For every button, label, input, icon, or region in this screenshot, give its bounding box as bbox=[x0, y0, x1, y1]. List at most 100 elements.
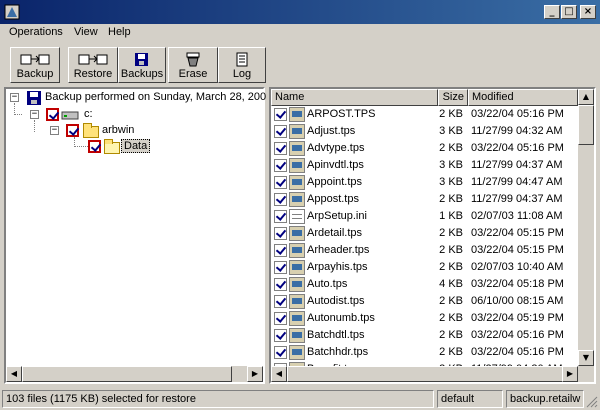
erase-button[interactable]: Erase bbox=[168, 47, 218, 83]
file-modified: 02/07/03 11:08 AM bbox=[471, 210, 563, 222]
menu-operations[interactable]: Operations bbox=[8, 26, 64, 38]
log-button[interactable]: Log bbox=[218, 47, 266, 83]
scroll-left-icon[interactable]: ◀ bbox=[271, 366, 287, 382]
file-checkbox[interactable] bbox=[274, 210, 287, 223]
file-row[interactable]: tps-file-iconApinvdtl.tps 3 KB 11/27/99 04… bbox=[271, 157, 578, 174]
file-icon: tps-file-icon bbox=[289, 124, 305, 139]
list-horizontal-scrollbar[interactable]: ◀ ▶ bbox=[271, 366, 594, 382]
resize-grip-icon[interactable] bbox=[586, 396, 598, 408]
tree-node-data[interactable]: Data bbox=[6, 139, 206, 155]
restore-icon bbox=[78, 52, 108, 67]
close-button[interactable]: × bbox=[580, 5, 596, 19]
scroll-thumb[interactable] bbox=[22, 366, 232, 382]
file-checkbox[interactable] bbox=[274, 244, 287, 257]
file-checkbox[interactable] bbox=[274, 295, 287, 308]
backups-button[interactable]: Backups bbox=[118, 47, 166, 83]
file-checkbox[interactable] bbox=[274, 142, 287, 155]
file-row[interactable]: tps-file-iconArpayhis.tps 2 KB 02/07/03 10… bbox=[271, 259, 578, 276]
tree-root-label: Backup performed on Sunday, March 28, 20… bbox=[45, 91, 267, 103]
restore-button[interactable]: Restore bbox=[68, 47, 118, 83]
file-checkbox[interactable] bbox=[274, 329, 287, 342]
tree-node-root[interactable]: − Backup performed on Sunday, March 28, … bbox=[6, 90, 267, 106]
status-bar: 103 files (1175 KB) selected for restore… bbox=[0, 388, 600, 410]
toolbar: Backup Restore Backups Erase Log bbox=[0, 44, 600, 86]
scroll-right-icon[interactable]: ▶ bbox=[247, 366, 263, 382]
file-row[interactable]: tps-file-iconAdjust.tps 3 KB 11/27/99 04:3… bbox=[271, 123, 578, 140]
file-modified: 11/27/99 04:37 AM bbox=[471, 193, 563, 205]
column-size[interactable]: Size bbox=[438, 89, 468, 106]
backup-button[interactable]: Backup bbox=[10, 47, 60, 83]
collapse-icon[interactable]: − bbox=[10, 93, 19, 102]
file-checkbox[interactable] bbox=[274, 312, 287, 325]
maximize-button[interactable]: □ bbox=[561, 5, 577, 19]
file-modified: 03/22/04 05:19 PM bbox=[471, 312, 564, 324]
file-checkbox[interactable] bbox=[274, 261, 287, 274]
file-row[interactable]: tps-file-iconAuto.tps 4 KB 03/22/04 05:18 … bbox=[271, 276, 578, 293]
scroll-left-icon[interactable]: ◀ bbox=[6, 366, 22, 382]
file-row[interactable]: tps-file-iconAutonumb.tps 2 KB 03/22/04 05… bbox=[271, 310, 578, 327]
file-row[interactable]: tps-file-iconAutodist.tps 2 KB 06/10/00 08… bbox=[271, 293, 578, 310]
file-size: 4 KB bbox=[439, 278, 463, 290]
file-modified: 03/22/04 05:16 PM bbox=[471, 329, 564, 341]
file-checkbox[interactable] bbox=[274, 176, 287, 189]
file-name: Auto.tps bbox=[307, 278, 348, 290]
file-name: Appoint.tps bbox=[307, 176, 363, 188]
app-icon[interactable] bbox=[4, 4, 20, 20]
file-row[interactable]: tps-file-iconAppoint.tps 3 KB 11/27/99 04:… bbox=[271, 174, 578, 191]
folder-icon bbox=[83, 123, 99, 138]
collapse-icon[interactable]: − bbox=[50, 126, 59, 135]
backups-icon bbox=[127, 52, 157, 67]
file-name: ARPOST.TPS bbox=[307, 108, 376, 120]
file-checkbox[interactable] bbox=[274, 346, 287, 359]
file-row[interactable]: tps-file-iconArdetail.tps 2 KB 03/22/04 05… bbox=[271, 225, 578, 242]
file-checkbox[interactable] bbox=[274, 108, 287, 121]
scroll-thumb[interactable] bbox=[287, 366, 578, 382]
file-name: Appost.tps bbox=[307, 193, 359, 205]
file-name: Autodist.tps bbox=[307, 295, 365, 307]
list-vertical-scrollbar[interactable]: ▲ ▼ bbox=[578, 89, 594, 366]
file-row[interactable]: ini-file-iconArpSetup.ini 1 KB 02/07/03 11… bbox=[271, 208, 578, 225]
file-row[interactable]: tps-file-iconAdvtype.tps 2 KB 03/22/04 05:… bbox=[271, 140, 578, 157]
data-checkbox[interactable] bbox=[88, 140, 101, 153]
menu-help[interactable]: Help bbox=[107, 26, 132, 38]
file-list[interactable]: Name Size Modified tps-file-iconARPOST.T… bbox=[269, 87, 596, 384]
file-row[interactable]: tps-file-iconARPOST.TPS 2 KB 03/22/04 05:1… bbox=[271, 106, 578, 123]
tree-drive-label: c: bbox=[84, 108, 93, 120]
scroll-thumb[interactable] bbox=[578, 105, 594, 145]
status-main: 103 files (1175 KB) selected for restore bbox=[2, 390, 434, 408]
file-checkbox[interactable] bbox=[274, 193, 287, 206]
floppy-disk-icon bbox=[27, 91, 41, 105]
tree-horizontal-scrollbar[interactable]: ◀ ▶ bbox=[6, 366, 263, 382]
file-size: 3 KB bbox=[439, 176, 463, 188]
file-checkbox[interactable] bbox=[274, 125, 287, 138]
column-modified[interactable]: Modified bbox=[468, 89, 578, 106]
file-icon: tps-file-icon bbox=[289, 107, 305, 122]
file-checkbox[interactable] bbox=[274, 227, 287, 240]
file-checkbox[interactable] bbox=[274, 278, 287, 291]
file-row[interactable]: tps-file-iconBatchdtl.tps 2 KB 03/22/04 05… bbox=[271, 327, 578, 344]
file-checkbox[interactable] bbox=[274, 159, 287, 172]
file-row[interactable]: tps-file-iconAppost.tps 2 KB 11/27/99 04:3… bbox=[271, 191, 578, 208]
file-modified: 03/22/04 05:15 PM bbox=[471, 227, 564, 239]
menu-view[interactable]: View bbox=[73, 26, 99, 38]
drive-checkbox[interactable] bbox=[46, 108, 59, 121]
column-name[interactable]: Name bbox=[271, 89, 438, 106]
file-size: 2 KB bbox=[439, 295, 463, 307]
file-row[interactable]: tps-file-iconBatchhdr.tps 2 KB 03/22/04 05… bbox=[271, 344, 578, 361]
scroll-down-icon[interactable]: ▼ bbox=[578, 350, 594, 366]
minimize-button[interactable]: _ bbox=[544, 5, 560, 19]
tree-node-arbwin[interactable]: − arbwin bbox=[6, 123, 206, 139]
file-row[interactable]: tps-file-iconArheader.tps 2 KB 03/22/04 05… bbox=[271, 242, 578, 259]
status-profile: default bbox=[437, 390, 503, 408]
scroll-right-icon[interactable]: ▶ bbox=[562, 366, 578, 382]
arbwin-checkbox[interactable] bbox=[66, 124, 79, 137]
backup-label: Backup bbox=[16, 68, 54, 80]
collapse-icon[interactable]: − bbox=[30, 110, 39, 119]
file-size: 2 KB bbox=[439, 329, 463, 341]
folder-tree[interactable]: − Backup performed on Sunday, March 28, … bbox=[4, 87, 267, 384]
scroll-up-icon[interactable]: ▲ bbox=[578, 89, 594, 105]
tree-node-drive[interactable]: − c: bbox=[6, 107, 206, 123]
log-label: Log bbox=[232, 68, 252, 80]
file-icon: tps-file-icon bbox=[289, 294, 305, 309]
file-name: Ardetail.tps bbox=[307, 227, 363, 239]
